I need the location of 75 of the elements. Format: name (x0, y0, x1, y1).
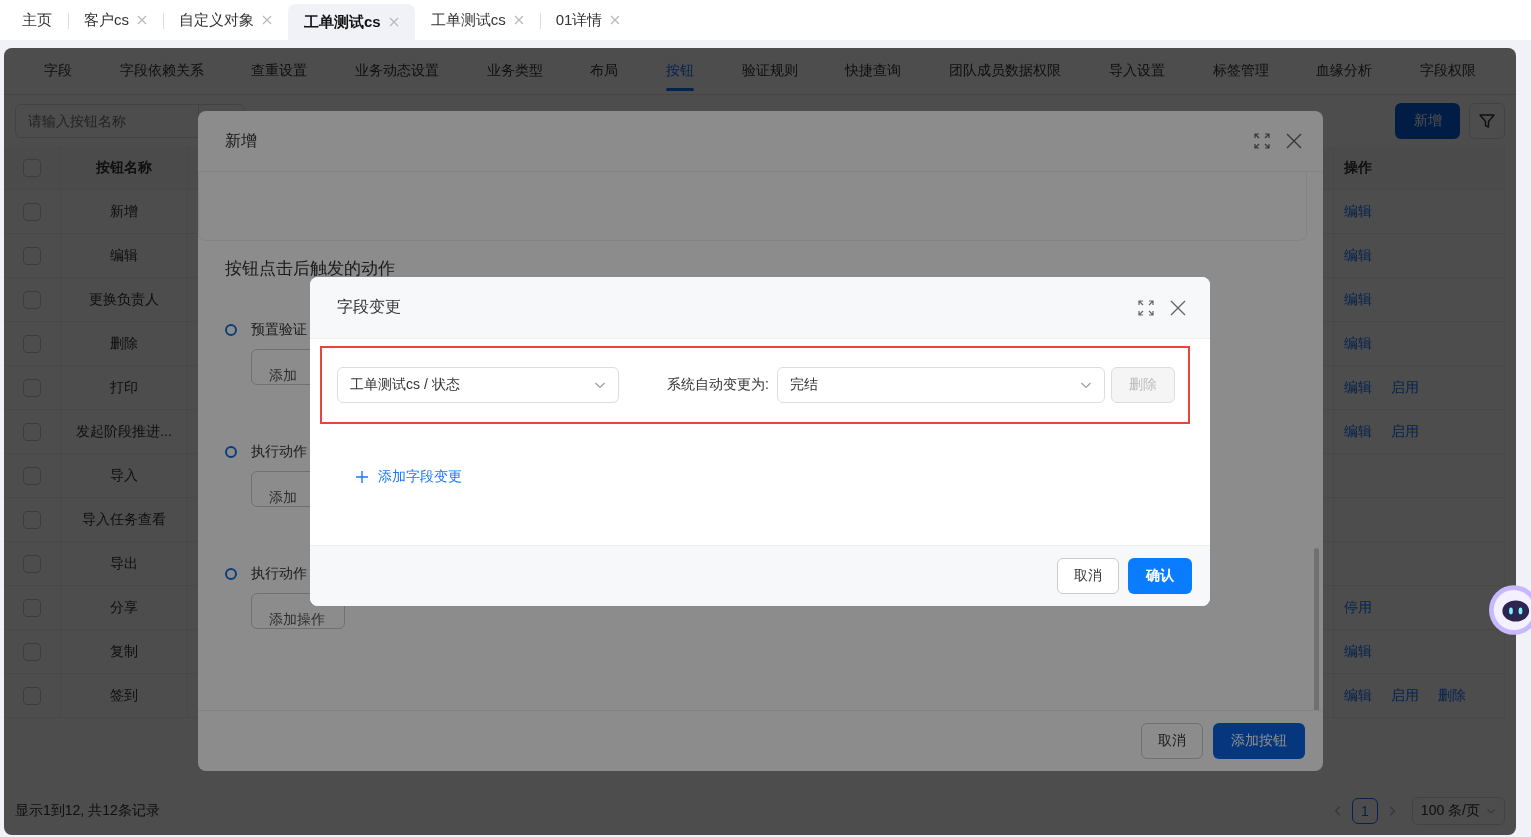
action-link[interactable]: 启用 (1391, 378, 1419, 397)
table-cell: 导出 (61, 542, 188, 585)
table-cell: 打印 (61, 366, 188, 409)
table-cell: 新增 (61, 190, 188, 233)
page-tab[interactable]: 工单测试cs (288, 4, 415, 40)
step-label: 执行动作 (251, 443, 308, 459)
confirm-button[interactable]: 确认 (1128, 558, 1192, 594)
filter-button[interactable] (1469, 103, 1505, 139)
table-cell: 复制 (61, 630, 188, 673)
action-link[interactable]: 编辑 (1344, 246, 1372, 265)
action-link[interactable]: 编辑 (1344, 422, 1372, 441)
page-tab[interactable]: 主页 (6, 0, 68, 40)
add-field-change-link[interactable]: 添加字段变更 (378, 468, 462, 486)
value-select[interactable]: 完结 (776, 367, 1105, 403)
action-link[interactable]: 编辑 (1344, 334, 1372, 353)
settings-tab[interactable]: 查重设置 (251, 48, 308, 94)
cancel-button[interactable]: 取消 (1141, 723, 1203, 759)
timeline-dot (225, 568, 237, 580)
dialog-title: 字段变更 (337, 297, 401, 317)
table-cell: 编辑 (61, 234, 188, 277)
action-link[interactable]: 编辑 (1344, 378, 1372, 397)
settings-tab[interactable]: 布局 (590, 48, 619, 94)
settings-tab[interactable]: 导入设置 (1108, 48, 1165, 94)
record-summary: 显示1到12, 共12条记录 (15, 802, 160, 820)
column-header: 操作 (1334, 147, 1505, 189)
close-icon[interactable] (1285, 132, 1303, 150)
settings-tab[interactable]: 业务动态设置 (354, 48, 439, 94)
step-label: 预置验证 (251, 321, 308, 337)
action-link[interactable]: 启用 (1391, 422, 1419, 441)
table-cell: 导入 (61, 454, 188, 497)
page-tab[interactable]: 客户cs (68, 0, 163, 40)
settings-tab[interactable]: 标签管理 (1212, 48, 1269, 94)
section-title: 按钮点击后触发的动作 (225, 259, 396, 279)
table-cell: 删除 (61, 322, 188, 365)
close-icon[interactable] (1169, 298, 1187, 317)
timeline-dot (225, 324, 237, 336)
page-tab[interactable]: 01详情 (539, 0, 637, 40)
action-link[interactable]: 编辑 (1344, 202, 1372, 221)
field-select[interactable]: 工单测试cs / 状态 (337, 367, 619, 403)
action-link[interactable]: 停用 (1344, 598, 1372, 617)
action-link[interactable]: 启用 (1391, 686, 1419, 705)
table-cell: 分享 (61, 586, 188, 629)
action-link[interactable]: 编辑 (1344, 642, 1372, 661)
submit-button[interactable]: 添加按钮 (1213, 723, 1305, 759)
table-cell: 导入任务查看 (61, 498, 188, 541)
action-link[interactable]: 删除 (1438, 686, 1466, 705)
settings-tab[interactable]: 血缘分析 (1316, 48, 1373, 94)
action-link[interactable]: 编辑 (1344, 686, 1372, 705)
table-cell: 签到 (61, 674, 188, 717)
field-label: 系统自动变更为: (667, 376, 769, 394)
table-cell: 发起阶段推进... (61, 410, 188, 453)
fullscreen-icon[interactable] (1253, 132, 1271, 150)
filter-icon (1478, 112, 1496, 130)
settings-tab[interactable]: 验证规则 (741, 48, 798, 94)
plus-icon[interactable] (355, 470, 369, 484)
step-label: 执行动作 (251, 565, 308, 581)
fullscreen-icon[interactable] (1137, 298, 1155, 317)
page-size-select[interactable]: 100 条/页 (1411, 797, 1505, 825)
action-link[interactable]: 编辑 (1344, 290, 1372, 309)
timeline-dot (225, 446, 237, 458)
settings-tab[interactable]: 业务类型 (486, 48, 543, 94)
settings-tab[interactable]: 按钮 (666, 48, 695, 94)
page-number[interactable]: 1 (1351, 798, 1378, 824)
settings-tab[interactable]: 字段依赖关系 (119, 48, 204, 94)
page-tab[interactable]: 工单测试cs (414, 0, 540, 40)
column-header: 按钮名称 (61, 147, 188, 189)
page-tab[interactable]: 自定义对象 (163, 0, 288, 40)
assistant-robot-icon[interactable] (1489, 584, 1531, 636)
add-button[interactable]: 新增 (1395, 103, 1460, 139)
cancel-button[interactable]: 取消 (1057, 558, 1119, 594)
settings-tab[interactable]: 字段 (43, 48, 72, 94)
table-cell: 更换负责人 (61, 278, 188, 321)
scrollbar[interactable] (1314, 548, 1319, 710)
modal-title: 新增 (225, 130, 257, 151)
settings-tab[interactable]: 快捷查询 (845, 48, 902, 94)
